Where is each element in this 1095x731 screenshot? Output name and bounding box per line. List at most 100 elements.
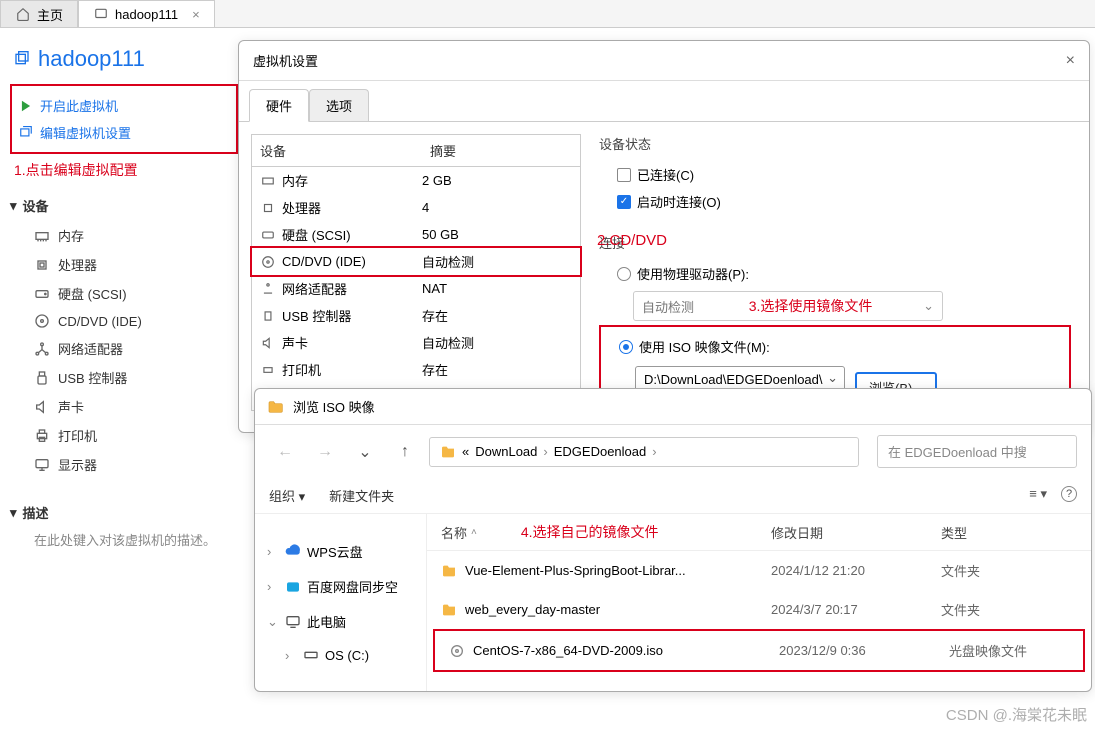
nav-back-button[interactable]: ←: [269, 438, 301, 466]
hardware-list: 设备 摘要 内存2 GB 处理器4 硬盘 (SCSI)50 GB CD/DVD …: [251, 134, 581, 411]
hw-row-cddvd[interactable]: CD/DVD (IDE)自动检测: [252, 248, 580, 275]
sidebar-item-display[interactable]: 显示器: [10, 450, 238, 479]
device-state-title: 设备状态: [599, 134, 1071, 153]
view-options-button[interactable]: ≡ ▾: [1029, 486, 1047, 505]
checkbox-icon: [617, 168, 631, 182]
sidebar-item-network[interactable]: 网络适配器: [10, 334, 238, 363]
connected-checkbox[interactable]: 已连接(C): [599, 161, 1071, 188]
edit-settings-label: 编辑虚拟机设置: [40, 123, 131, 142]
help-button[interactable]: ?: [1061, 486, 1077, 502]
disc-icon: [260, 254, 276, 270]
tree-osc[interactable]: ›OS (C:): [281, 639, 418, 671]
tab-vm[interactable]: hadoop111 ×: [78, 0, 215, 27]
radio-icon: [617, 267, 631, 281]
col-name[interactable]: 名称: [441, 523, 467, 542]
hw-row-printer[interactable]: 打印机存在: [252, 356, 580, 383]
folder-icon: [441, 563, 457, 579]
breadcrumb[interactable]: « DownLoad › EDGEDoenload ›: [429, 437, 859, 467]
vm-icon: [93, 6, 109, 22]
cpu-icon: [34, 257, 50, 273]
chevron-down-icon: ▾: [10, 505, 17, 521]
chevron-right-icon: ›: [652, 444, 656, 459]
tab-hardware[interactable]: 硬件: [249, 89, 309, 122]
folder-open-icon: [267, 399, 283, 415]
home-icon: [15, 6, 31, 22]
list-item-iso[interactable]: CentOS-7-x86_64-DVD-2009.iso 2023/12/9 0…: [435, 631, 1083, 670]
sidebar-item-sound[interactable]: 声卡: [10, 392, 238, 421]
chevron-right-icon: ›: [267, 544, 279, 559]
list-item[interactable]: web_every_day-master 2024/3/7 20:17 文件夹: [427, 590, 1091, 629]
memory-icon: [34, 228, 50, 244]
hw-row-memory[interactable]: 内存2 GB: [252, 167, 580, 194]
display-icon: [34, 457, 50, 473]
action-box: 开启此虚拟机 编辑虚拟机设置: [10, 84, 238, 154]
tree-pc[interactable]: ⌄此电脑: [263, 604, 418, 639]
close-icon[interactable]: ×: [192, 7, 200, 22]
disk-icon: [34, 286, 50, 302]
search-input[interactable]: 在 EDGEDoenload 中搜: [877, 435, 1077, 468]
new-folder-button[interactable]: 新建文件夹: [329, 486, 394, 505]
devices-header[interactable]: ▾ 设备: [10, 190, 238, 221]
desc-header-label: 描述: [23, 503, 49, 522]
use-iso-radio[interactable]: 使用 ISO 映像文件(M):: [605, 333, 1065, 360]
play-icon: [18, 98, 34, 114]
annotation-step4: 4.选择自己的镜像文件: [521, 522, 659, 542]
checkbox-checked-icon: ✓: [617, 195, 631, 209]
use-physical-radio[interactable]: 使用物理驱动器(P):: [599, 260, 1071, 287]
sound-icon: [260, 335, 276, 351]
sidebar-item-usb[interactable]: USB 控制器: [10, 363, 238, 392]
memory-icon: [260, 173, 276, 189]
hw-row-disk[interactable]: 硬盘 (SCSI)50 GB: [252, 221, 580, 248]
network-icon: [260, 281, 276, 297]
sidebar-item-disk[interactable]: 硬盘 (SCSI): [10, 279, 238, 308]
autoconnect-checkbox[interactable]: ✓启动时连接(O): [599, 188, 1071, 215]
sidebar-item-printer[interactable]: 打印机: [10, 421, 238, 450]
drive-icon: [303, 647, 319, 663]
nav-up-button[interactable]: ↑: [389, 438, 421, 466]
sidebar-item-cpu[interactable]: 处理器: [10, 250, 238, 279]
sidebar-item-cddvd[interactable]: CD/DVD (IDE): [10, 308, 238, 334]
tab-home[interactable]: 主页: [0, 0, 78, 27]
nav-forward-button[interactable]: →: [309, 438, 341, 466]
vm-title-text: hadoop111: [38, 46, 145, 72]
hw-row-sound[interactable]: 声卡自动检测: [252, 329, 580, 356]
cloud-icon: [285, 544, 301, 560]
disc-icon: [34, 313, 50, 329]
power-on-link[interactable]: 开启此虚拟机: [18, 92, 232, 119]
dialog-close-icon[interactable]: ×: [1066, 52, 1075, 70]
cpu-icon: [260, 200, 276, 216]
edit-icon: [18, 125, 34, 141]
devices-header-label: 设备: [23, 196, 49, 215]
chevron-right-icon: ›: [543, 444, 547, 459]
desc-header[interactable]: ▾ 描述: [10, 497, 238, 528]
edit-settings-link[interactable]: 编辑虚拟机设置: [18, 119, 232, 146]
dialog-title: 虚拟机设置: [253, 51, 318, 70]
usb-icon: [34, 370, 50, 386]
col-summary: 摘要: [422, 135, 464, 166]
desc-hint[interactable]: 在此处键入对该虚拟机的描述。: [10, 528, 238, 549]
file-browser-dialog: 浏览 ISO 映像 ← → ⌄ ↑ « DownLoad › EDGEDoenl…: [254, 388, 1092, 692]
hw-row-cpu[interactable]: 处理器4: [252, 194, 580, 221]
col-type[interactable]: 类型: [941, 523, 1061, 542]
sidebar-item-memory[interactable]: 内存: [10, 221, 238, 250]
vm-title-icon: [14, 51, 30, 67]
cloud-icon: [285, 579, 301, 595]
file-browser-title: 浏览 ISO 映像: [293, 397, 375, 416]
hw-row-network[interactable]: 网络适配器NAT: [252, 275, 580, 302]
disc-file-icon: [449, 643, 465, 659]
hw-row-usb[interactable]: USB 控制器存在: [252, 302, 580, 329]
tab-bar: 主页 hadoop111 ×: [0, 0, 1095, 28]
tab-options[interactable]: 选项: [309, 89, 369, 121]
connection-title: 连接: [599, 233, 1071, 252]
annotation-step1: 1.点击编辑虚拟配置: [10, 156, 238, 190]
physical-drive-select[interactable]: 自动检测 3.选择使用镜像文件 ⌄: [633, 291, 943, 321]
chevron-down-icon: ⌄: [267, 614, 279, 630]
tree-baidu[interactable]: ›百度网盘同步空: [263, 569, 418, 604]
disk-icon: [260, 227, 276, 243]
chevron-down-icon[interactable]: ⌄: [349, 438, 381, 466]
organize-button[interactable]: 组织 ▾: [269, 486, 305, 505]
printer-icon: [260, 362, 276, 378]
list-item[interactable]: Vue-Element-Plus-SpringBoot-Librar... 20…: [427, 551, 1091, 590]
tree-wps[interactable]: ›WPS云盘: [263, 534, 418, 569]
col-date[interactable]: 修改日期: [771, 523, 941, 542]
